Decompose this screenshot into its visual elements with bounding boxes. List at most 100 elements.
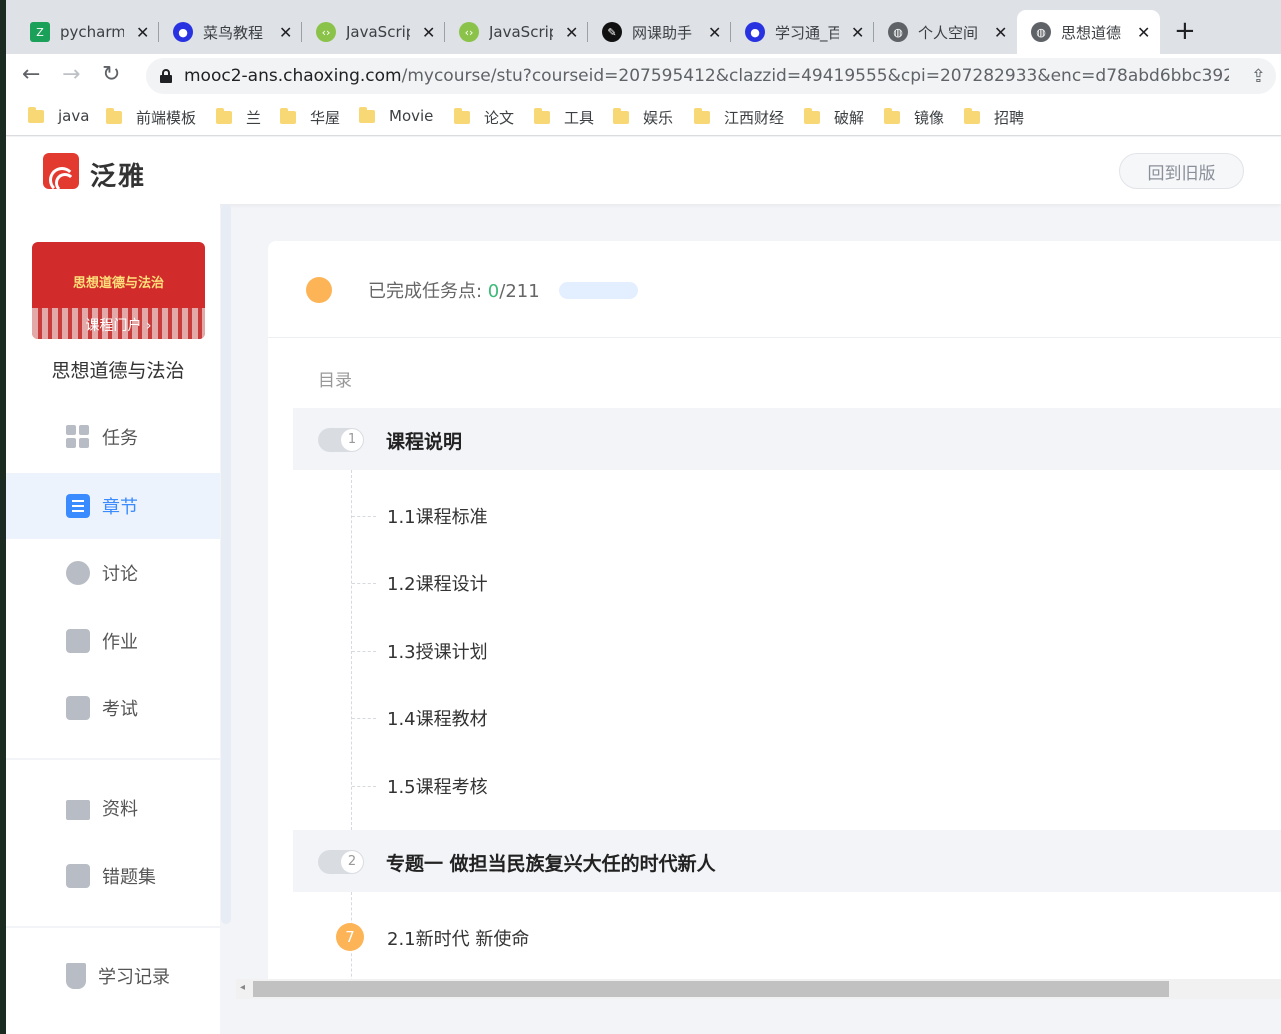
pen-icon: ✎ [602, 22, 622, 42]
bookmark-crack[interactable]: 破解 [804, 107, 864, 128]
close-icon[interactable]: ✕ [136, 23, 149, 42]
section-title: 2.1新时代 新使命 [387, 929, 530, 950]
folder-icon [694, 108, 710, 124]
sidebar-item-discussion[interactable]: 讨论 [6, 540, 220, 606]
tab-javascript-1[interactable]: ‹› JavaScrip ✕ [302, 10, 445, 54]
sidebar-item-tasks[interactable]: 任务 [6, 404, 220, 470]
chapter-row[interactable]: 1 课程说明 [293, 408, 1281, 470]
back-to-old-version-button[interactable]: 回到旧版 [1119, 153, 1244, 189]
section-item[interactable]: 1.2课程设计 [352, 568, 488, 598]
status-dot [306, 277, 332, 303]
section-item[interactable]: 1.5课程考核 [352, 771, 488, 801]
folder-icon [964, 108, 980, 124]
tab-pycharm[interactable]: Z pycharm ✕ [16, 10, 159, 54]
edit-document-icon [66, 629, 90, 653]
close-icon[interactable]: ✕ [422, 23, 435, 42]
globe-icon: ◍ [1031, 22, 1051, 42]
bookmark-jxufe[interactable]: 江西财经 [694, 107, 784, 128]
tab-bar: Z pycharm ✕ ● 菜鸟教程 ✕ ‹› JavaScrip ✕ ‹› J… [6, 0, 1281, 54]
sidebar-item-study-record[interactable]: 学习记录 [6, 943, 220, 1009]
bookmark-mirror[interactable]: 镜像 [884, 107, 944, 128]
close-icon[interactable]: ✕ [1137, 23, 1150, 42]
close-icon[interactable]: ✕ [851, 23, 864, 42]
tab-xuexitong[interactable]: ● 学习通_百 ✕ [731, 10, 874, 54]
code-icon: ‹› [316, 22, 336, 42]
bookmark-java[interactable]: java [28, 106, 89, 125]
site-header: 泛雅 回到旧版 [6, 137, 1281, 204]
share-icon[interactable]: ⇪ [1251, 66, 1266, 87]
close-icon[interactable]: ✕ [565, 23, 578, 42]
tab-label: pycharm [60, 23, 124, 41]
chaoxing-logo-icon[interactable] [43, 153, 79, 189]
tab-javascript-2[interactable]: ‹› JavaScrip ✕ [445, 10, 588, 54]
section-title: 1.1课程标准 [387, 507, 488, 528]
grid-icon [66, 425, 90, 449]
bookmark-tools[interactable]: 工具 [534, 107, 594, 128]
wrong-questions-icon [66, 864, 90, 888]
tab-label: 菜鸟教程 [203, 23, 264, 42]
url-field[interactable]: mooc2-ans.chaoxing.com/mycourse/stu?cour… [146, 58, 1276, 94]
close-icon[interactable]: ✕ [994, 23, 1007, 42]
section-item[interactable]: 1.3授课计划 [352, 636, 488, 666]
sidebar-item-exam[interactable]: 考试 [6, 675, 220, 741]
reload-icon[interactable]: ↻ [102, 64, 120, 86]
folder-icon [106, 108, 122, 124]
bookmark-recruitment[interactable]: 招聘 [964, 107, 1024, 128]
browser-window: Z pycharm ✕ ● 菜鸟教程 ✕ ‹› JavaScrip ✕ ‹› J… [6, 0, 1281, 1034]
folder-icon [280, 108, 296, 124]
chapter-number: 2 [341, 851, 363, 873]
completed-count: 0 [487, 281, 500, 302]
back-arrow-icon[interactable]: ← [22, 64, 40, 86]
course-cover[interactable]: 思想道德与法治 课程门户 › [32, 242, 205, 339]
close-icon[interactable]: ✕ [279, 23, 292, 42]
tab-label: JavaScrip [489, 23, 553, 41]
bookmark-movie[interactable]: Movie [359, 106, 433, 125]
sidebar-item-label: 章节 [102, 497, 138, 518]
bookmark-record-icon [66, 963, 86, 989]
bookmark-frontend-templates[interactable]: 前端模板 [106, 107, 196, 128]
scrollbar-thumb[interactable] [253, 981, 1169, 997]
chapter-toggle[interactable]: 2 [318, 850, 364, 874]
close-icon[interactable]: ✕ [708, 23, 721, 42]
sidebar-scrollbar[interactable] [221, 204, 231, 924]
tab-personal-space[interactable]: ◍ 个人空间 ✕ [874, 10, 1017, 54]
section-item[interactable]: 2.1新时代 新使命 [352, 923, 529, 953]
forward-arrow-icon[interactable]: → [62, 64, 80, 86]
new-tab-plus-icon[interactable]: + [1174, 18, 1196, 44]
url-host: mooc2-ans.chaoxing.com [184, 66, 402, 86]
section-title: 1.4课程教材 [387, 709, 488, 730]
chapter-number: 1 [341, 429, 363, 451]
section-item[interactable]: 1.1课程标准 [352, 501, 488, 531]
globe-icon: ◍ [888, 22, 908, 42]
code-icon: ‹› [459, 22, 479, 42]
bookmark-entertainment[interactable]: 娱乐 [613, 107, 673, 128]
chapter-row[interactable]: 2 专题一 做担当民族复兴大任的时代新人 [293, 830, 1281, 892]
sidebar-item-wrong-questions[interactable]: 错题集 [6, 843, 220, 909]
bookmark-lan[interactable]: 兰 [216, 107, 261, 128]
sidebar-item-label: 资料 [102, 799, 138, 820]
sidebar-item-label: 错题集 [102, 867, 156, 888]
sidebar-item-chapters[interactable]: 章节 [6, 473, 220, 539]
bookmark-huawu[interactable]: 华屋 [280, 107, 340, 128]
url-path: /mycourse/stu?courseid=207595412&clazzid… [401, 66, 1229, 86]
course-portal-link[interactable]: 课程门户 › [32, 315, 205, 335]
baidu-paw-icon: ● [173, 22, 193, 42]
sidebar-item-homework[interactable]: 作业 [6, 608, 220, 674]
list-icon [66, 494, 90, 518]
bookmark-papers[interactable]: 论文 [454, 107, 514, 128]
folder-icon [534, 108, 550, 124]
scroll-left-icon[interactable]: ◂ [240, 982, 245, 993]
sidebar-item-label: 作业 [102, 632, 138, 653]
total-count: /211 [499, 281, 540, 302]
progress-summary: 已完成任务点: 0/211 [368, 281, 540, 302]
tab-course-active[interactable]: ◍ 思想道德 ✕ [1017, 10, 1160, 54]
sidebar-item-label: 任务 [102, 428, 138, 449]
folder-icon [359, 106, 375, 123]
section-item[interactable]: 1.4课程教材 [352, 703, 488, 733]
horizontal-scrollbar[interactable]: ◂ [236, 979, 1281, 999]
tab-course-helper[interactable]: ✎ 网课助手 ✕ [588, 10, 731, 54]
chapter-toggle[interactable]: 1 [318, 428, 364, 452]
sidebar-item-materials[interactable]: 资料 [6, 775, 220, 841]
tab-runoob[interactable]: ● 菜鸟教程 ✕ [159, 10, 302, 54]
score-100-icon [66, 696, 90, 720]
